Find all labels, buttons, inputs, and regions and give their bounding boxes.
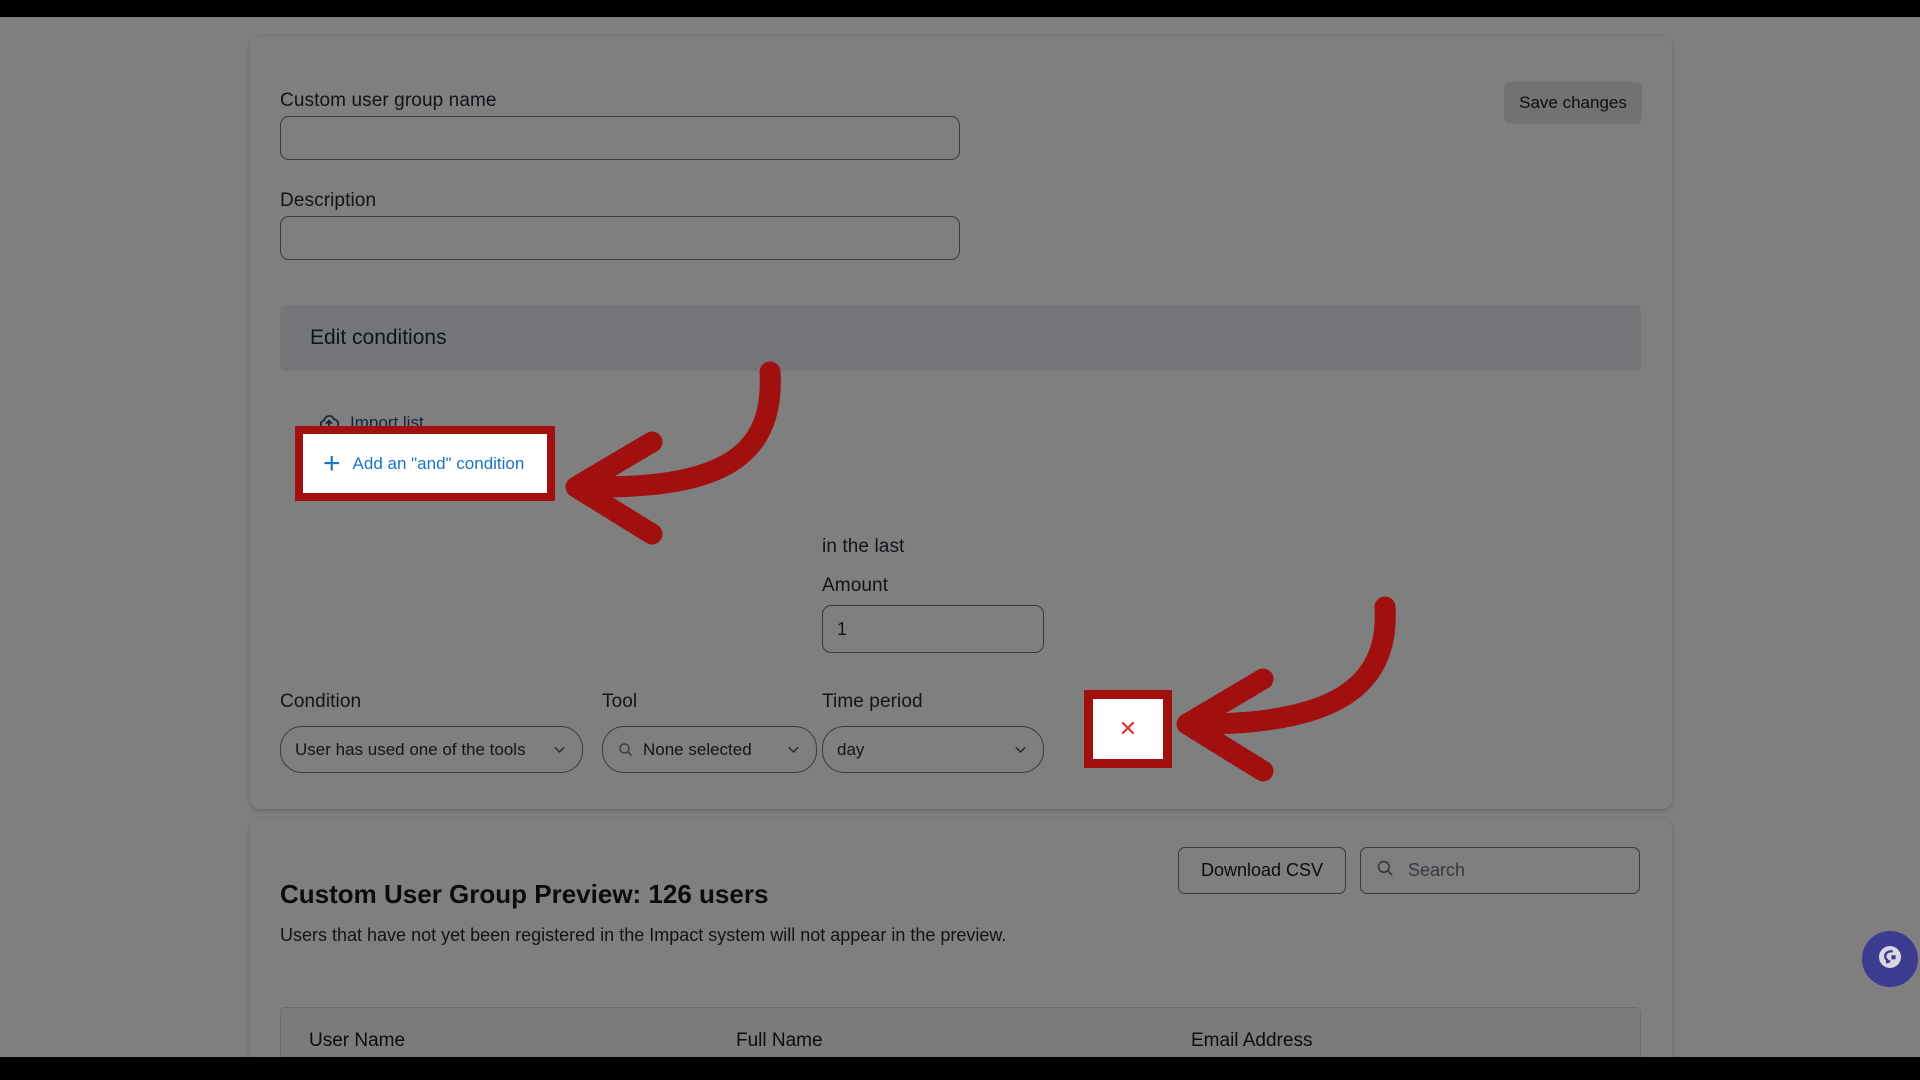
time-period-label: Time period xyxy=(822,691,923,712)
amount-input[interactable] xyxy=(822,605,1044,653)
edit-conditions-header: Edit conditions xyxy=(280,305,1641,371)
chat-widget-button[interactable] xyxy=(1862,931,1918,987)
close-icon: ✕ xyxy=(1118,716,1138,741)
chevron-down-icon xyxy=(1012,741,1029,758)
edit-conditions-title: Edit conditions xyxy=(310,326,447,349)
search-icon xyxy=(617,741,634,758)
save-changes-button[interactable]: Save changes xyxy=(1504,82,1642,124)
chevron-down-icon xyxy=(551,741,568,758)
preview-title: Custom User Group Preview: 126 users xyxy=(280,879,769,909)
application-page: Custom user group name Description Save … xyxy=(0,17,1920,1057)
chevron-down-icon xyxy=(785,741,802,758)
condition-select[interactable]: User has used one of the tools xyxy=(280,726,583,773)
condition-select-value: User has used one of the tools xyxy=(295,739,526,759)
search-box[interactable] xyxy=(1360,847,1640,894)
preview-subtitle: Users that have not yet been registered … xyxy=(280,925,1007,945)
tool-label: Tool xyxy=(602,691,638,712)
tool-select[interactable]: None selected xyxy=(602,726,817,773)
letterbox-bottom xyxy=(0,1057,1920,1080)
table-header-row: User Name Full Name Email Address xyxy=(281,1008,1640,1057)
column-header-user-name: User Name xyxy=(309,1029,406,1051)
column-header-full-name: Full Name xyxy=(736,1029,823,1051)
letterbox-top xyxy=(0,0,1920,17)
description-input[interactable] xyxy=(280,216,960,260)
time-period-select-value: day xyxy=(837,739,865,759)
time-period-select[interactable]: day xyxy=(822,726,1044,773)
add-and-condition-label: Add an "and" condition xyxy=(352,453,525,473)
in-the-last-label: in the last xyxy=(822,536,905,557)
search-input[interactable] xyxy=(1406,859,1625,882)
add-and-condition-button[interactable]: + Add an "and" condition xyxy=(303,434,547,493)
chat-bubble-icon xyxy=(1874,941,1906,978)
screenshot-viewport: Custom user group name Description Save … xyxy=(0,0,1920,1080)
preview-card: Custom User Group Preview: 126 users Use… xyxy=(250,819,1672,1057)
amount-label: Amount xyxy=(822,575,889,596)
column-header-email-address: Email Address xyxy=(1191,1029,1313,1051)
description-label: Description xyxy=(280,190,377,211)
delete-condition-highlight: ✕ xyxy=(1084,690,1172,768)
add-condition-highlight: + Add an "and" condition xyxy=(295,426,555,501)
edit-group-card: Custom user group name Description Save … xyxy=(250,36,1672,809)
preview-table: User Name Full Name Email Address xyxy=(280,1007,1641,1057)
download-csv-button[interactable]: Download CSV xyxy=(1178,847,1346,894)
delete-condition-button[interactable]: ✕ xyxy=(1093,699,1163,759)
plus-icon: + xyxy=(323,446,341,480)
search-icon xyxy=(1375,858,1395,883)
group-name-label: Custom user group name xyxy=(280,90,497,111)
tool-select-value: None selected xyxy=(643,739,752,759)
group-name-input[interactable] xyxy=(280,116,960,160)
condition-label: Condition xyxy=(280,691,362,712)
